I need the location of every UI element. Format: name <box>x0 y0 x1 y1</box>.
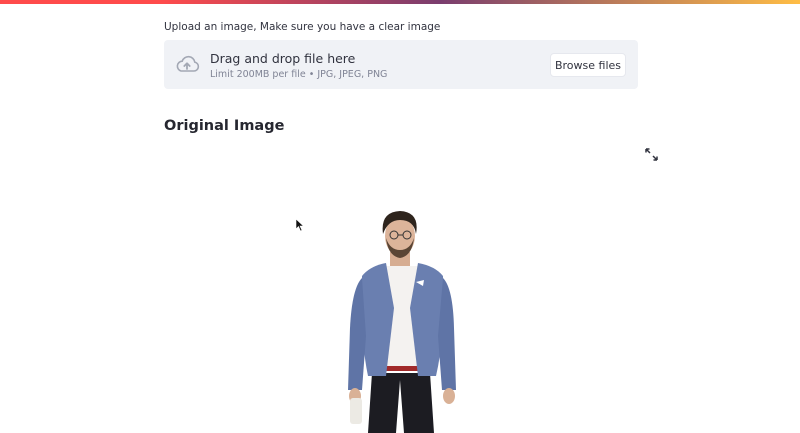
mouse-cursor-icon <box>295 218 305 232</box>
dropzone-title: Drag and drop file here <box>210 51 356 66</box>
dropzone-limit-text: Limit 200MB per file • JPG, JPEG, PNG <box>210 69 388 80</box>
header-decoration-bar <box>0 0 800 4</box>
fullscreen-icon[interactable] <box>645 148 658 161</box>
uploader-label: Upload an image, Make sure you have a cl… <box>164 21 441 33</box>
original-image-heading: Original Image <box>164 118 285 134</box>
uploaded-person-photo <box>348 211 456 433</box>
browse-files-button[interactable]: Browse files <box>550 53 626 77</box>
cloud-upload-icon <box>176 55 200 72</box>
file-dropzone[interactable]: Drag and drop file here Limit 200MB per … <box>164 40 638 89</box>
